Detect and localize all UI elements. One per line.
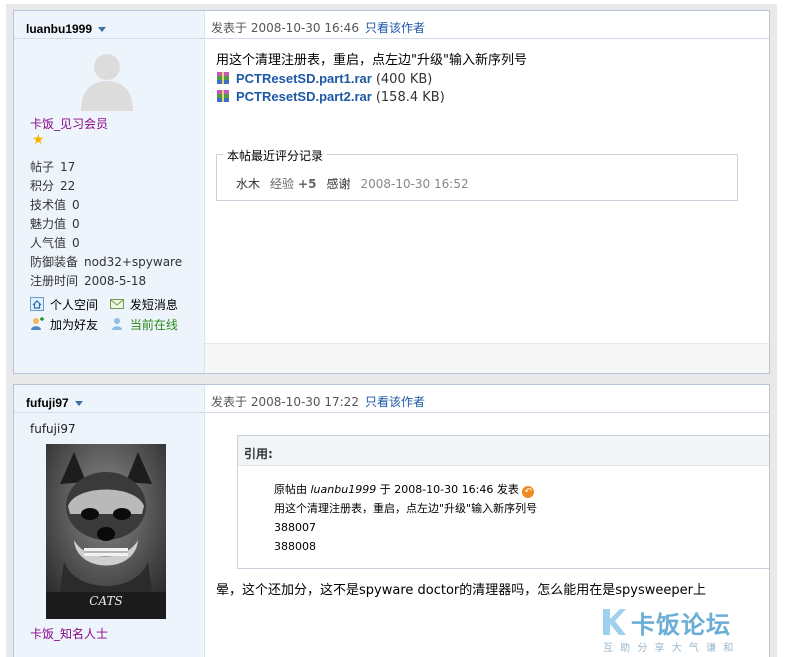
author-actions: 个人空间 发短消息 加为好友 当前在线 xyxy=(30,295,186,335)
online-status: 当前在线 xyxy=(110,315,178,335)
dog-avatar-image: CATS xyxy=(46,444,166,619)
quote-line: 388008 xyxy=(274,540,316,553)
post-content: 发表于 2008-10-30 16:46 只看该作者 用这个清理注册表，重启，点左… xyxy=(205,11,769,373)
stat-row: 人气值 0 xyxy=(30,236,80,250)
post-footer xyxy=(205,343,769,373)
rar-file-icon xyxy=(217,72,229,84)
author-username[interactable]: luanbu1999 xyxy=(26,22,92,36)
rating-type: 经验 xyxy=(270,177,295,191)
attachment-link[interactable]: PCTResetSD.part1.rar xyxy=(236,71,372,86)
stat-row: 注册时间 2008-5-18 xyxy=(30,274,147,288)
post-time: 发表于 2008-10-30 17:22 xyxy=(211,395,359,409)
only-author-link[interactable]: 只看该作者 xyxy=(365,21,425,35)
quote-block: 引用: 原帖由 luanbu1999 于 2008-10-30 16:46 发表… xyxy=(237,435,769,569)
rating-user[interactable]: 水木 xyxy=(236,177,260,191)
send-message-link[interactable]: 发短消息 xyxy=(109,295,178,315)
star-icon: ★ xyxy=(32,132,45,148)
post-time: 发表于 2008-10-30 16:46 xyxy=(211,21,359,35)
rating-row: 水木 经验 +5 感谢 2008-10-30 16:52 xyxy=(236,175,479,192)
watermark-subtitle: 互 助 分 享 大 气 谦 和 xyxy=(603,643,736,654)
forum-post: luanbu1999 卡饭_见习会员 ★ 帖子 17 积分 22 技术值 0 魅力值 0… xyxy=(13,10,770,374)
site-watermark: 卡饭论坛 互 助 分 享 大 气 谦 和 xyxy=(601,605,761,654)
attachment-item: PCTResetSD.part1.rar (400 KB) xyxy=(216,70,527,88)
post-header: 发表于 2008-10-30 17:22 只看该作者 xyxy=(205,385,769,413)
quote-line: 用这个清理注册表，重启，点左边"升级"输入新序列号 xyxy=(274,502,538,515)
quote-line: 388007 xyxy=(274,521,316,534)
attachment-item: PCTResetSD.part2.rar (158.4 KB) xyxy=(216,88,527,106)
rar-file-icon xyxy=(217,90,229,102)
post-content: 发表于 2008-10-30 17:22 只看该作者 引用: 原帖由 luanbu… xyxy=(205,385,769,657)
post-text: 用这个清理注册表，重启，点左边"升级"输入新序列号 xyxy=(216,53,527,68)
username-bar: luanbu1999 xyxy=(14,11,204,39)
stat-row: 魅力值 0 xyxy=(30,217,80,231)
chevron-down-icon[interactable] xyxy=(98,27,107,32)
quote-body: 原帖由 luanbu1999 于 2008-10-30 16:46 发表 ↶ 用… xyxy=(238,466,769,556)
author-rank: 卡饭_知名人士 xyxy=(30,627,109,641)
default-avatar-icon xyxy=(81,54,133,111)
kafan-logo-icon xyxy=(603,609,626,635)
rating-points: +5 xyxy=(298,177,317,191)
author-nickname: fufuji97 xyxy=(30,422,76,436)
rating-legend: 本帖最近评分记录 xyxy=(223,147,328,164)
post-header: 发表于 2008-10-30 16:46 只看该作者 xyxy=(205,11,769,39)
username-bar: fufuji97 xyxy=(14,385,204,413)
chevron-down-icon[interactable] xyxy=(74,401,83,406)
svg-text:CATS: CATS xyxy=(89,594,122,608)
add-friend-link[interactable]: 加为好友 xyxy=(30,315,98,335)
forum-post: fufuji97 fufuji97 CATS 卡饭_知名人士 发表于 2008-… xyxy=(13,384,770,657)
attachment-size: (400 KB) xyxy=(375,72,433,87)
only-author-link[interactable]: 只看该作者 xyxy=(365,395,425,409)
stat-row: 帖子 17 xyxy=(30,160,76,174)
author-sidebar: fufuji97 fufuji97 CATS 卡饭_知名人士 xyxy=(14,385,205,657)
author-stats: 帖子 17 积分 22 技术值 0 魅力值 0 人气值 0 防御装备 nod32+spywa… xyxy=(30,158,182,291)
post-body: 用这个清理注册表，重启，点左边"升级"输入新序列号 PCTResetSD.par… xyxy=(216,52,527,106)
stat-row: 技术值 0 xyxy=(30,198,80,212)
home-icon xyxy=(30,297,44,311)
envelope-icon xyxy=(109,299,124,309)
user-online-icon xyxy=(111,318,122,330)
watermark-title: 卡饭论坛 xyxy=(631,611,731,639)
post-text: 晕，这个还加分，这不是spyware doctor的清理器吗，怎么能用在是spy… xyxy=(216,583,706,598)
quote-author[interactable]: luanbu1999 xyxy=(311,483,377,496)
add-user-icon xyxy=(31,317,44,330)
author-rank: 卡饭_见习会员 xyxy=(30,117,109,131)
quote-meta: 原帖由 luanbu1999 于 2008-10-30 16:46 发表 ↶ xyxy=(274,480,769,499)
personal-space-link[interactable]: 个人空间 xyxy=(30,295,98,315)
rating-reason: 感谢 xyxy=(326,177,351,191)
stat-row: 防御装备 nod32+spyware xyxy=(30,255,183,269)
back-to-post-icon[interactable]: ↶ xyxy=(522,486,535,498)
rating-record-box: 本帖最近评分记录 水木 经验 +5 感谢 2008-10-30 16:52 xyxy=(216,147,738,201)
attachment-size: (158.4 KB) xyxy=(375,90,445,105)
attachment-link[interactable]: PCTResetSD.part2.rar xyxy=(236,89,372,104)
quote-title: 引用: xyxy=(238,436,769,466)
author-sidebar: luanbu1999 卡饭_见习会员 ★ 帖子 17 积分 22 技术值 0 魅力值 0… xyxy=(14,11,205,373)
rating-time: 2008-10-30 16:52 xyxy=(360,177,469,191)
author-username[interactable]: fufuji97 xyxy=(26,396,69,410)
stat-row: 积分 22 xyxy=(30,179,76,193)
